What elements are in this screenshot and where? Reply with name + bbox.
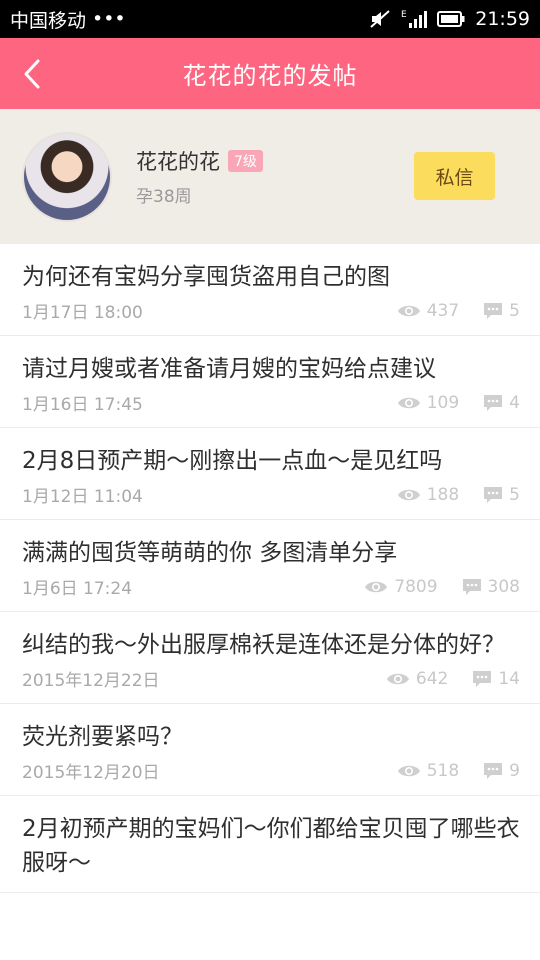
- post-title: 荧光剂要紧吗？: [22, 724, 183, 750]
- post-title: 2月初预产期的宝妈们～你们都给宝贝囤了哪些衣服呀～: [22, 816, 520, 876]
- comment-icon: [473, 670, 492, 687]
- svg-text:E: E: [401, 10, 407, 20]
- status-bar: 中国移动 ••• E 21:59: [0, 0, 540, 38]
- post-title: 请过月嫂或者准备请月嫂的宝妈给点建议: [22, 356, 436, 382]
- post-meta: 1月17日 18:00 437 5: [22, 298, 520, 324]
- post-item[interactable]: 请过月嫂或者准备请月嫂的宝妈给点建议 1月16日 17:45 109 4: [0, 336, 540, 428]
- post-meta: 1月16日 17:45 109 4: [22, 390, 520, 416]
- post-item[interactable]: 2月8日预产期～刚擦出一点血～是见红吗 1月12日 11:04 188 5: [0, 428, 540, 520]
- post-meta: 1月6日 17:24 7809 308: [22, 574, 520, 600]
- eye-icon: [397, 765, 420, 776]
- pregnancy-week: 孕38周: [136, 187, 192, 207]
- clock: 21:59: [475, 8, 530, 30]
- post-date: 2015年12月20日: [22, 763, 160, 783]
- comment-icon: [484, 762, 503, 779]
- comment-count-value: 9: [509, 760, 520, 781]
- comment-icon: [484, 486, 503, 503]
- private-message-button[interactable]: 私信: [414, 152, 495, 200]
- post-date: 1月12日 11:04: [22, 487, 143, 507]
- post-stats: 437 5: [397, 301, 520, 321]
- post-item[interactable]: 纠结的我～外出服厚棉袄是连体还是分体的好？ 2015年12月22日 642 14: [0, 612, 540, 704]
- post-stats: 518 9: [397, 761, 520, 781]
- comment-count-value: 5: [509, 300, 520, 321]
- level-badge: 7级: [228, 150, 263, 172]
- comment-count: 308: [462, 577, 520, 597]
- view-count: 7809: [364, 576, 438, 597]
- comment-count-value: 14: [498, 668, 520, 689]
- post-stats: 188 5: [397, 485, 520, 505]
- status-right: E 21:59: [369, 8, 530, 30]
- profile-info: 花花的花 7级 孕38周: [136, 146, 263, 207]
- eye-icon: [397, 305, 420, 316]
- comment-count: 5: [483, 485, 520, 505]
- view-count: 437: [397, 301, 459, 321]
- signal-icon: E: [401, 9, 428, 29]
- comment-count-value: 308: [487, 576, 520, 597]
- view-count: 642: [386, 669, 448, 689]
- eye-icon: [365, 581, 388, 592]
- post-item[interactable]: 为何还有宝妈分享囤货盗用自己的图 1月17日 18:00 437 5: [0, 244, 540, 336]
- post-title: 2月8日预产期～刚擦出一点血～是见红吗: [22, 448, 443, 474]
- comment-icon: [462, 578, 481, 595]
- comment-count: 9: [483, 761, 520, 781]
- post-meta: 1月12日 11:04 188 5: [22, 482, 520, 508]
- post-item[interactable]: 荧光剂要紧吗？ 2015年12月20日 518 9: [0, 704, 540, 796]
- comment-count-value: 5: [509, 484, 520, 505]
- user-name: 花花的花: [136, 150, 220, 174]
- post-meta: 2015年12月22日 642 14: [22, 666, 520, 692]
- view-count: 518: [397, 761, 459, 781]
- post-item[interactable]: 2月初预产期的宝妈们～你们都给宝贝囤了哪些衣服呀～: [0, 796, 540, 893]
- comment-icon: [484, 394, 503, 411]
- post-stats: 7809 308: [364, 577, 520, 597]
- back-button[interactable]: [14, 56, 50, 92]
- avatar[interactable]: [22, 131, 112, 222]
- post-title: 满满的囤货等萌萌的你 多图清单分享: [22, 540, 398, 566]
- view-count-value: 109: [426, 392, 460, 413]
- eye-icon: [397, 489, 420, 500]
- post-date: 1月16日 17:45: [22, 395, 143, 415]
- post-list: 为何还有宝妈分享囤货盗用自己的图 1月17日 18:00 437 5 请过月嫂或者准备请…: [0, 244, 540, 893]
- title-bar: 花花的花的发帖: [0, 38, 540, 109]
- name-row: 花花的花 7级: [136, 146, 263, 176]
- battery-icon: [437, 11, 465, 27]
- post-date: 1月17日 18:00: [22, 303, 143, 323]
- chevron-left-icon: [24, 59, 40, 89]
- profile-header: 花花的花 7级 孕38周 私信: [0, 109, 540, 244]
- view-count: 188: [397, 485, 459, 505]
- view-count-value: 642: [415, 668, 449, 689]
- status-left: 中国移动 •••: [10, 6, 126, 33]
- post-title: 纠结的我～外出服厚棉袄是连体还是分体的好？: [22, 632, 505, 658]
- comment-count-value: 4: [509, 392, 520, 413]
- eye-icon: [386, 673, 409, 684]
- post-stats: 109 4: [397, 393, 520, 413]
- post-date: 2015年12月22日: [22, 671, 160, 691]
- view-count-value: 188: [426, 484, 460, 505]
- comment-count: 4: [483, 393, 520, 413]
- view-count-value: 7809: [394, 576, 438, 597]
- view-count-value: 518: [426, 760, 460, 781]
- comment-count: 5: [483, 301, 520, 321]
- comment-count: 14: [472, 669, 520, 689]
- carrier-label: 中国移动: [10, 9, 87, 32]
- mute-icon: [369, 9, 391, 29]
- view-count-value: 437: [426, 300, 460, 321]
- comment-icon: [484, 302, 503, 319]
- notification-dots: •••: [92, 8, 126, 30]
- post-date: 1月6日 17:24: [22, 579, 133, 599]
- eye-icon: [397, 397, 420, 408]
- post-stats: 642 14: [386, 669, 520, 689]
- post-title: 为何还有宝妈分享囤货盗用自己的图: [22, 264, 390, 290]
- post-meta: 2015年12月20日 518 9: [22, 758, 520, 784]
- view-count: 109: [397, 393, 459, 413]
- post-item[interactable]: 满满的囤货等萌萌的你 多图清单分享 1月6日 17:24 7809 308: [0, 520, 540, 612]
- page-title: 花花的花的发帖: [182, 62, 358, 90]
